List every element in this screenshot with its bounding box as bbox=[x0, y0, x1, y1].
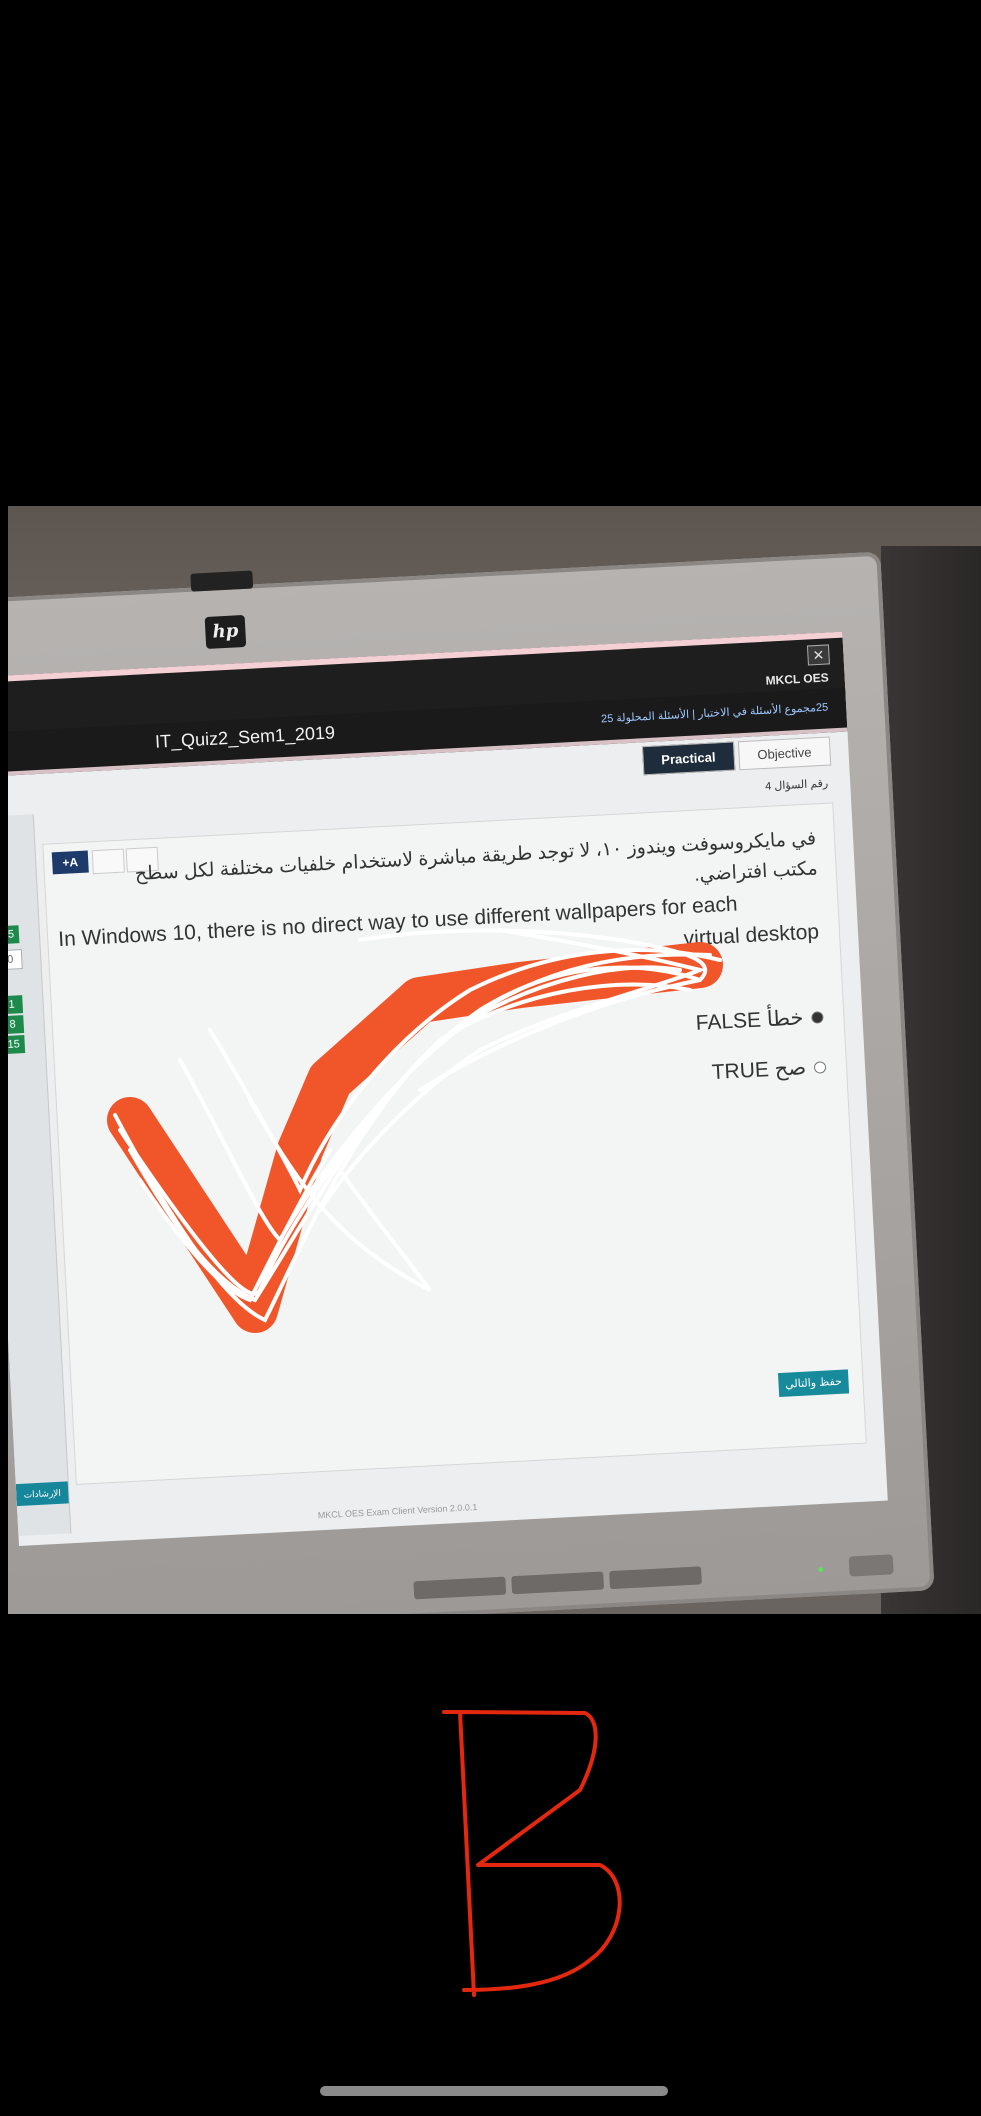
option-false[interactable]: FALSE خطأ bbox=[695, 1004, 824, 1036]
status-badge: 8 bbox=[8, 1015, 25, 1035]
power-button bbox=[848, 1554, 894, 1577]
question-counts: 25مجموع الأسئلة في الاختبار | الأسئلة ال… bbox=[600, 701, 829, 726]
monitor-button bbox=[609, 1566, 702, 1590]
radio-icon[interactable] bbox=[813, 1060, 827, 1074]
option-true[interactable]: TRUE صح bbox=[711, 1054, 827, 1085]
status-badge: 0 bbox=[8, 949, 23, 971]
version-label: MKCL OES Exam Client Version 2.0.0.1 bbox=[317, 1501, 478, 1521]
instructions-button[interactable]: الإرشادات bbox=[15, 1481, 69, 1507]
close-icon[interactable]: ✕ bbox=[806, 644, 830, 666]
font-increase-button[interactable]: +A bbox=[51, 850, 89, 875]
webcam bbox=[190, 570, 254, 592]
monitor-photo: hp ✕ MKCL OES IT_Quiz2_Sem1_2019 25مجموع… bbox=[8, 506, 981, 1614]
exam-screen: ✕ MKCL OES IT_Quiz2_Sem1_2019 25مجموع ال… bbox=[8, 631, 888, 1547]
option-false-label: FALSE خطأ bbox=[695, 1006, 805, 1035]
monitor-button bbox=[413, 1576, 507, 1600]
radio-selected-icon[interactable] bbox=[811, 1010, 824, 1024]
monitor-buttons bbox=[413, 1566, 702, 1600]
question-number: رقم السؤال 4 bbox=[764, 777, 829, 793]
monitor-bezel: hp ✕ MKCL OES IT_Quiz2_Sem1_2019 25مجموع… bbox=[8, 551, 935, 1614]
question-area: +A في مايكروسوفت ويندوز ١٠، لا توجد طريق… bbox=[42, 802, 867, 1485]
save-next-button[interactable]: حفظ والتالي bbox=[777, 1369, 850, 1398]
hp-logo: hp bbox=[204, 614, 247, 649]
letter-drawing bbox=[442, 1710, 622, 1997]
tab-practical[interactable]: Practical bbox=[641, 741, 736, 776]
status-badge: 15 bbox=[8, 1035, 26, 1055]
status-badge: 1 bbox=[8, 995, 24, 1015]
brand-label: MKCL OES bbox=[765, 670, 830, 688]
tab-bar: Practical Objective bbox=[641, 736, 832, 776]
option-true-label: TRUE صح bbox=[711, 1056, 807, 1085]
monitor-button bbox=[511, 1571, 605, 1595]
home-indicator[interactable] bbox=[320, 2086, 668, 2096]
power-led-icon bbox=[818, 1566, 824, 1573]
quiz-title: IT_Quiz2_Sem1_2019 bbox=[154, 722, 336, 752]
status-badge: 15 bbox=[8, 925, 20, 945]
tab-objective[interactable]: Objective bbox=[737, 736, 832, 771]
